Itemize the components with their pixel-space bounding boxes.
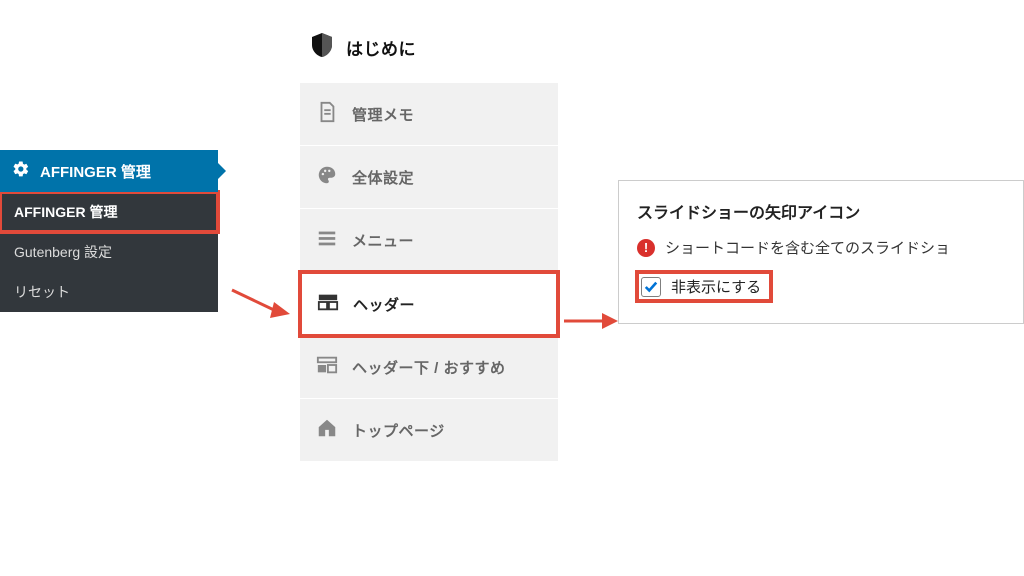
warning-icon: ! — [637, 239, 655, 257]
sidebar-active-label: AFFINGER 管理 — [40, 161, 151, 182]
sidebar-item-label: リセット — [14, 282, 70, 302]
arrow-right-icon — [228, 282, 292, 327]
hamburger-icon — [316, 227, 338, 254]
warning-row: ! ショートコードを含む全てのスライドショ — [637, 237, 1005, 258]
arrow-right-icon — [562, 311, 618, 336]
sidebar-item-label: AFFINGER 管理 — [14, 202, 117, 222]
menu-item-menu[interactable]: メニュー — [300, 209, 558, 272]
warning-text: ショートコードを含む全てのスライドショ — [665, 237, 950, 258]
hide-checkbox-row[interactable]: 非表示にする — [637, 272, 771, 301]
menu-item-global[interactable]: 全体設定 — [300, 146, 558, 209]
sidebar-submenu: AFFINGER 管理 Gutenberg 設定 リセット — [0, 192, 218, 312]
slideshow-arrow-settings-panel: スライドショーの矢印アイコン ! ショートコードを含む全てのスライドショ 非表示… — [618, 180, 1024, 324]
sidebar-item-reset[interactable]: リセット — [0, 272, 218, 312]
menu-item-header[interactable]: ヘッダー — [300, 272, 558, 336]
menu-item-header-below[interactable]: ヘッダー下 / おすすめ — [300, 336, 558, 399]
settings-menu-title: はじめに — [346, 35, 416, 60]
menu-item-label: 全体設定 — [352, 167, 414, 188]
sidebar-item-gutenberg[interactable]: Gutenberg 設定 — [0, 232, 218, 272]
document-icon — [316, 101, 338, 128]
settings-menu-header[interactable]: はじめに — [300, 20, 558, 83]
menu-item-toppage[interactable]: トップページ — [300, 399, 558, 462]
shield-icon — [310, 32, 334, 63]
sidebar-item-label: Gutenberg 設定 — [14, 242, 112, 262]
header-below-icon — [316, 354, 338, 381]
palette-icon — [316, 164, 338, 191]
wp-admin-sidebar: AFFINGER 管理 AFFINGER 管理 Gutenberg 設定 リセッ… — [0, 150, 218, 312]
sidebar-item-affinger-active[interactable]: AFFINGER 管理 — [0, 150, 218, 192]
settings-menu: はじめに 管理メモ 全体設定 メニュー ヘッダー ヘッダー下 / おすすめ — [300, 20, 558, 462]
home-icon — [316, 417, 338, 444]
menu-item-label: メニュー — [352, 230, 414, 251]
checkbox-checked-icon[interactable] — [641, 277, 661, 297]
menu-item-label: ヘッダー下 / おすすめ — [352, 357, 506, 378]
header-layout-icon — [317, 291, 339, 318]
gear-icon — [12, 160, 40, 182]
menu-item-memo[interactable]: 管理メモ — [300, 83, 558, 146]
checkbox-label: 非表示にする — [671, 276, 761, 297]
menu-item-label: トップページ — [352, 420, 445, 441]
menu-item-label: ヘッダー — [353, 294, 415, 315]
panel-title: スライドショーの矢印アイコン — [637, 199, 1005, 223]
sidebar-item-affinger[interactable]: AFFINGER 管理 — [0, 192, 218, 232]
menu-item-label: 管理メモ — [352, 104, 414, 125]
